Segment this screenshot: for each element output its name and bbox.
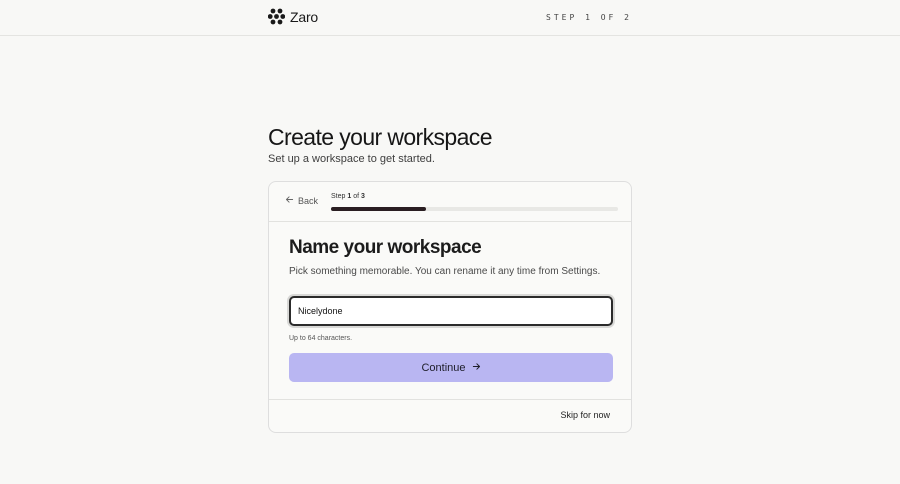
progress-separator: of [353, 193, 360, 200]
back-button[interactable]: Back [285, 195, 318, 206]
section-title: Name your workspace [289, 237, 482, 258]
helper-text: Up to 64 characters. [289, 335, 353, 342]
card-header: Back Step 1 of 3 [269, 182, 631, 222]
continue-label: Continue [421, 361, 466, 374]
skip-for-now-link[interactable]: Skip for now [560, 410, 610, 420]
workspace-name-input[interactable] [289, 296, 613, 326]
arrow-right-icon [472, 362, 481, 374]
progress-label: Step 1 of 3 [331, 193, 365, 200]
progress-current: 1 [347, 193, 352, 200]
back-label: Back [298, 195, 319, 206]
workspace-card: Back Step 1 of 3 Name your workspace Pic… [268, 181, 632, 433]
brand[interactable]: Zaro [268, 8, 318, 25]
flower-logo-icon [268, 8, 285, 25]
progress-prefix: Step [331, 193, 346, 200]
progress-fill [331, 207, 426, 211]
brand-name: Zaro [290, 8, 318, 25]
arrow-left-icon [285, 195, 294, 206]
page-subtitle: Set up a workspace to get started. [268, 153, 435, 165]
page-title: Create your workspace [268, 124, 493, 150]
top-bar: Zaro STEP 1 OF 2 [0, 0, 900, 36]
progress-track [331, 207, 618, 211]
section-description: Pick something memorable. You can rename… [289, 266, 601, 277]
card-footer: Skip for now [269, 399, 631, 434]
continue-button[interactable]: Continue [289, 353, 613, 382]
progress-total: 3 [361, 193, 365, 200]
step-indicator: STEP 1 OF 2 [546, 13, 632, 22]
